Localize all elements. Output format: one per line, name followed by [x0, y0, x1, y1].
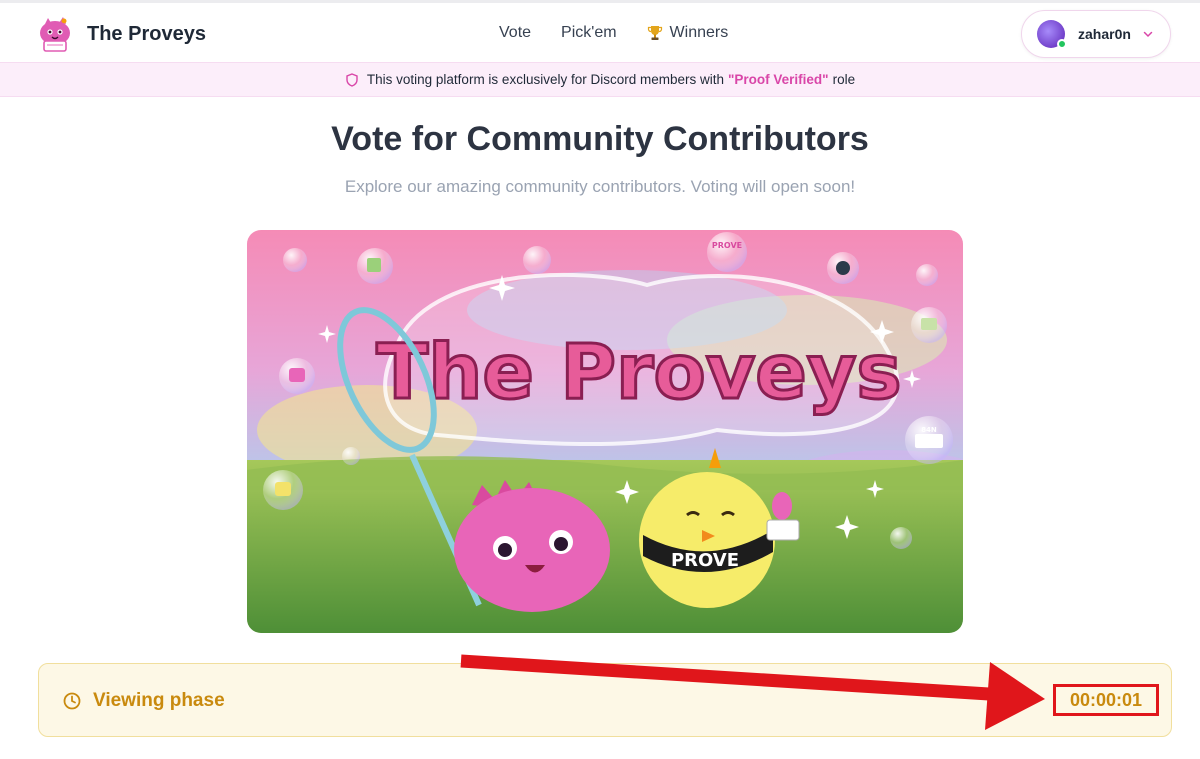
page-subtitle: Explore our amazing community contributo…: [344, 177, 856, 196]
user-menu-button[interactable]: zahar0n: [1021, 10, 1171, 58]
verification-notice: This voting platform is exclusively for …: [0, 62, 1200, 97]
nav-pickem[interactable]: Pick'em: [561, 23, 617, 43]
hero-illustration: The Proveys PROVE PROVE 84N: [247, 230, 963, 633]
phase-label: Viewing phase: [93, 690, 225, 711]
bubble-badge-text: PROVE: [712, 241, 742, 250]
avatar: [1037, 20, 1067, 49]
phase-countdown: 00:00:01: [1053, 684, 1159, 716]
nav-pickem-label: Pick'em: [561, 24, 617, 41]
header: The Proveys Vote Pick'em Winners zahar0n: [0, 3, 1200, 62]
chevron-down-icon: [1143, 31, 1153, 38]
nav-vote-label: Vote: [499, 24, 532, 41]
hero-band-text: PROVE: [671, 550, 739, 571]
trophy-icon: [647, 26, 662, 40]
clock-icon: [63, 692, 81, 710]
notice-suffix: role: [832, 72, 856, 87]
hero-artwork: The Proveys PROVE PROVE 84N: [247, 230, 963, 633]
phase-status-bar: Viewing phase: [38, 663, 1172, 737]
nav-winners[interactable]: Winners: [647, 23, 729, 43]
nav-winners-label: Winners: [669, 24, 729, 41]
nav-vote[interactable]: Vote: [499, 23, 531, 43]
brand[interactable]: The Proveys: [36, 15, 206, 53]
online-status-indicator: [1057, 39, 1067, 49]
notice-role-highlight: "Proof Verified": [728, 72, 829, 87]
main-nav: Vote Pick'em Winners: [499, 23, 728, 43]
shield-icon: [346, 72, 358, 87]
username: zahar0n: [1078, 26, 1131, 42]
page-title: Vote for Community Contributors: [331, 120, 869, 158]
proveys-logo-icon: [40, 17, 70, 52]
hero-lettering: The Proveys: [376, 327, 901, 416]
app-name: The Proveys: [87, 22, 206, 45]
notice-text: This voting platform is exclusively for …: [366, 72, 724, 87]
bubble-tag-text: 84N: [921, 426, 937, 434]
